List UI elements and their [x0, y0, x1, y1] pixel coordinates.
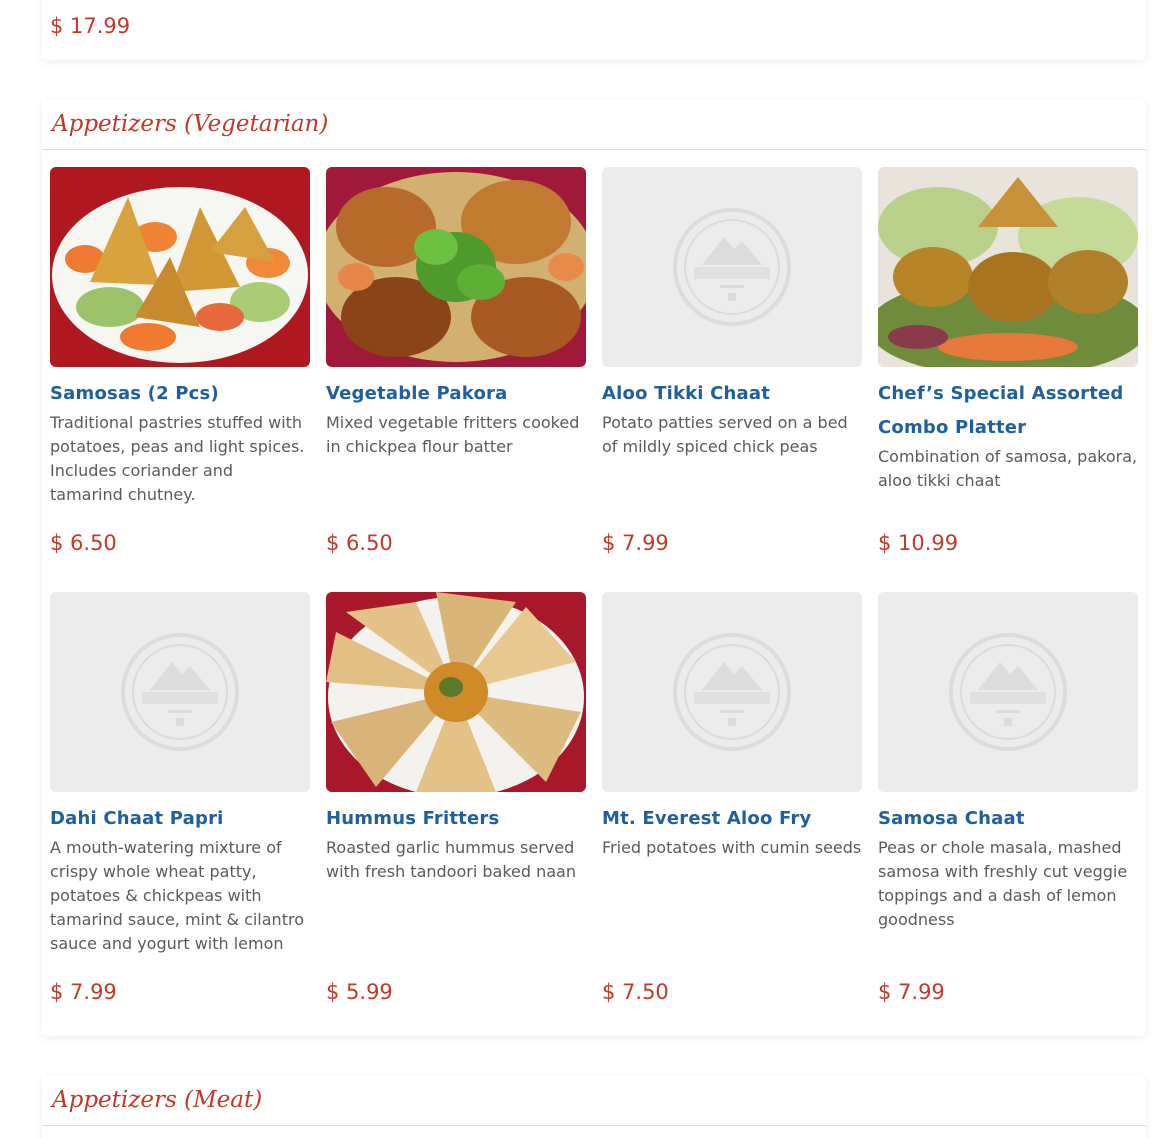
placeholder-logo-image[interactable]	[50, 592, 310, 792]
item-price: $ 7.99	[602, 531, 669, 555]
item-description: Combination of samosa, pakora, aloo tikk…	[878, 447, 1138, 490]
item-price: $ 6.50	[326, 531, 393, 555]
item-price: $ 17.99	[50, 14, 131, 38]
combo-photo[interactable]	[878, 167, 1138, 367]
hummus-photo[interactable]	[326, 592, 586, 792]
item-price: $ 10.99	[878, 531, 959, 555]
item-price: $ 6.50	[50, 531, 117, 555]
mountain-logo-icon	[948, 632, 1068, 752]
samosa-photo[interactable]	[50, 167, 310, 367]
menu-item[interactable]: Samosas (2 Pcs) Traditional pastries stu…	[50, 167, 310, 507]
item-name[interactable]: Dahi Chaat Papri	[50, 802, 310, 836]
pakora-photo[interactable]	[326, 167, 586, 367]
item-name[interactable]: Chef’s Special Assorted Combo Platter	[878, 377, 1138, 445]
section-title: Appetizers (Meat)	[42, 1076, 1146, 1126]
item-name[interactable]: Vegetable Pakora	[326, 377, 586, 411]
item-description: Fried potatoes with cumin seeds	[602, 838, 862, 857]
item-price: $ 7.50	[602, 980, 669, 1004]
mountain-logo-icon	[672, 632, 792, 752]
item-description: A mouth-watering mixture of crispy whole…	[50, 838, 304, 953]
mountain-logo-icon	[120, 632, 240, 752]
item-description: Roasted garlic hummus served with fresh …	[326, 838, 576, 881]
item-name[interactable]: Samosa Chaat	[878, 802, 1138, 836]
item-description: Traditional pastries stuffed with potato…	[50, 413, 305, 504]
item-description: Mixed vegetable fritters cooked in chick…	[326, 413, 580, 456]
item-name[interactable]: Samosas (2 Pcs)	[50, 377, 310, 411]
placeholder-logo-image[interactable]	[602, 167, 862, 367]
previous-section-card: $ 17.99	[42, 0, 1146, 60]
item-name[interactable]: Hummus Fritters	[326, 802, 586, 836]
placeholder-logo-image[interactable]	[602, 592, 862, 792]
item-price: $ 7.99	[878, 980, 945, 1004]
menu-item[interactable]: Dahi Chaat Papri A mouth-watering mixtur…	[50, 592, 310, 956]
section-appetizers-vegetarian: Appetizers (Vegetarian) Samosas (2 Pcs) …	[42, 100, 1146, 1036]
menu-item[interactable]: Aloo Tikki Chaat Potato patties served o…	[602, 167, 862, 459]
item-price: $ 5.99	[326, 980, 393, 1004]
placeholder-logo-image[interactable]	[878, 592, 1138, 792]
item-description: Potato patties served on a bed of mildly…	[602, 413, 848, 456]
mountain-logo-icon	[672, 207, 792, 327]
menu-item[interactable]: Hummus Fritters Roasted garlic hummus se…	[326, 592, 586, 884]
item-price: $ 7.99	[50, 980, 117, 1004]
menu-item[interactable]: Vegetable Pakora Mixed vegetable fritter…	[326, 167, 586, 459]
item-name[interactable]: Mt. Everest Aloo Fry	[602, 802, 862, 836]
menu-item[interactable]: Mt. Everest Aloo Fry Fried potatoes with…	[602, 592, 862, 860]
item-description: Peas or chole masala, mashed samosa with…	[878, 838, 1128, 929]
menu-item[interactable]: Chef’s Special Assorted Combo Platter Co…	[878, 167, 1138, 493]
section-appetizers-meat: Appetizers (Meat)	[42, 1076, 1146, 1138]
item-name[interactable]: Aloo Tikki Chaat	[602, 377, 862, 411]
menu-item[interactable]: Samosa Chaat Peas or chole masala, mashe…	[878, 592, 1138, 932]
section-title: Appetizers (Vegetarian)	[42, 100, 1146, 150]
